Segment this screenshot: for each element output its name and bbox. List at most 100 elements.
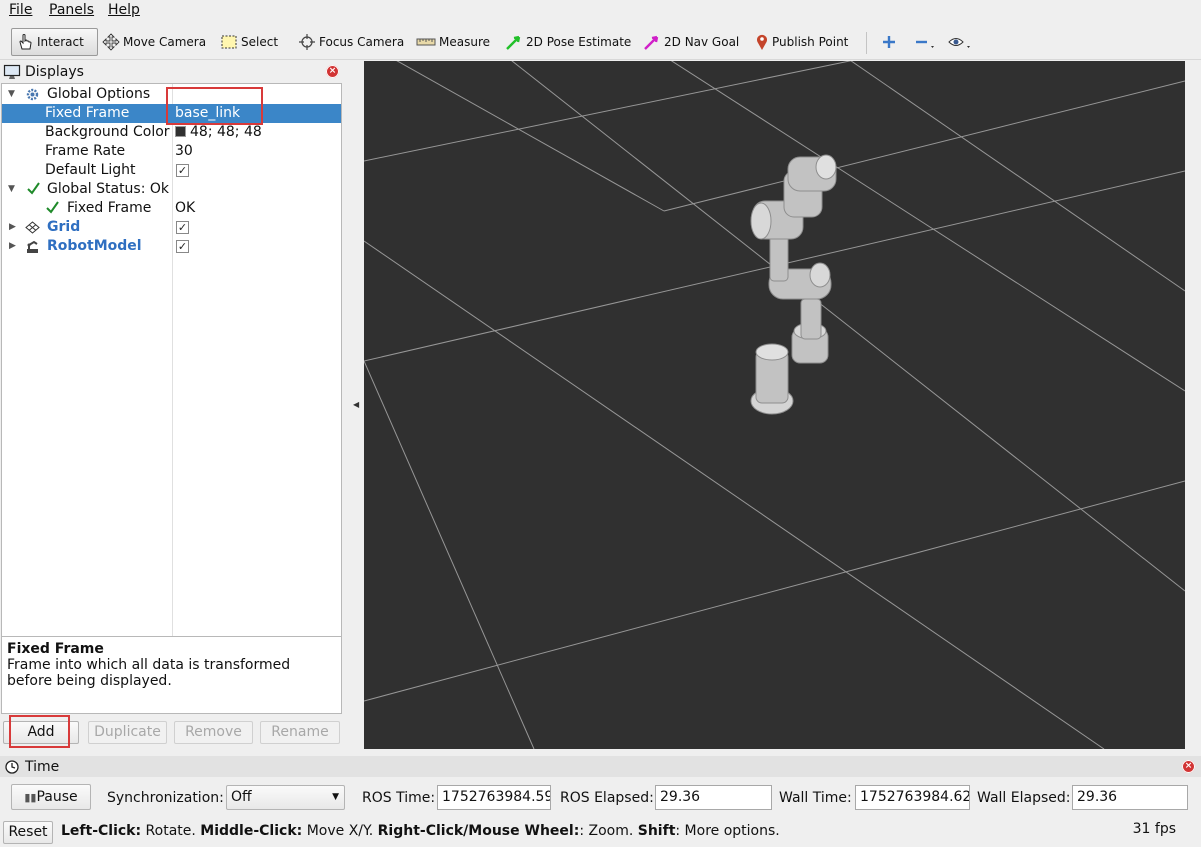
hint-left-action: Rotate. — [141, 823, 201, 839]
wall-time-field[interactable]: 1752763984.62 — [855, 785, 970, 810]
synchronization-value: Off — [231, 789, 252, 805]
focus-crosshair-icon — [299, 34, 315, 50]
collapsed-arrow-icon[interactable]: ▶ — [9, 218, 16, 237]
focus-camera-tool-button[interactable]: Focus Camera — [294, 28, 408, 56]
close-time-icon[interactable]: × — [1182, 760, 1195, 773]
render-viewport[interactable] — [364, 61, 1185, 749]
description-title: Fixed Frame — [7, 641, 104, 657]
pose-estimate-tool-button[interactable]: 2D Pose Estimate — [501, 28, 635, 56]
tree-row-robot-model[interactable]: ▶ RobotModel ✓ — [2, 237, 341, 256]
grid-icon — [25, 221, 40, 234]
close-displays-icon[interactable]: × — [326, 65, 339, 78]
tree-row-grid[interactable]: ▶ Grid ✓ — [2, 218, 341, 237]
annotation-highlight-box — [166, 87, 263, 125]
view-options-button[interactable] — [944, 28, 981, 56]
ruler-icon — [416, 38, 436, 46]
remove-button[interactable]: Remove — [174, 721, 253, 744]
selection-rect-icon — [221, 35, 237, 49]
synchronization-label: Synchronization: — [107, 790, 224, 806]
fps-counter: 31 fps — [1132, 821, 1176, 837]
publish-point-label: Publish Point — [772, 35, 849, 49]
description-text: Frame into which all data is transformed… — [7, 657, 291, 689]
robot-model-checkbox[interactable]: ✓ — [176, 240, 189, 253]
global-options-label: Global Options — [47, 86, 151, 102]
status-fixed-frame-label: Fixed Frame — [67, 200, 152, 216]
ros-elapsed-label: ROS Elapsed: — [560, 790, 654, 806]
plus-icon — [883, 36, 895, 48]
duplicate-button[interactable]: Duplicate — [88, 721, 167, 744]
toolbar: Interact Move Camera Select Focus Camera… — [0, 24, 1201, 60]
robot-arm — [750, 154, 837, 415]
gear-icon — [26, 88, 39, 101]
toolbar-separator — [866, 32, 867, 54]
time-bar: ▮▮Pause Synchronization: Off ▼ ROS Time:… — [0, 778, 1201, 818]
robot-icon — [27, 240, 38, 253]
rename-button[interactable]: Rename — [260, 721, 340, 744]
ros-time-field[interactable]: 1752763984.59 — [437, 785, 551, 810]
tree-row-status-fixed-frame[interactable]: Fixed Frame OK — [2, 199, 341, 218]
wall-elapsed-field[interactable]: 29.36 — [1072, 785, 1188, 810]
right-dock-area — [1185, 61, 1201, 749]
global-status-label: Global Status: Ok — [47, 181, 170, 197]
menu-panels[interactable]: Panels — [49, 2, 94, 18]
publish-point-tool-button[interactable]: Publish Point — [751, 28, 852, 56]
mouse-hint-text: Left-Click: Rotate. Middle-Click: Move X… — [61, 823, 780, 839]
pause-button[interactable]: ▮▮Pause — [11, 784, 91, 810]
fixed-frame-label: Fixed Frame — [45, 105, 130, 121]
status-bar: Reset Left-Click: Rotate. Middle-Click: … — [0, 820, 1201, 847]
move-camera-label: Move Camera — [123, 35, 207, 49]
checkmark-icon — [46, 201, 59, 214]
select-tool-button[interactable]: Select — [216, 28, 282, 56]
expanded-arrow-icon[interactable]: ▼ — [8, 180, 15, 199]
move-camera-tool-button[interactable]: Move Camera — [98, 28, 210, 56]
displays-tree: ▼ Global Options Fixed Frame base_link B… — [1, 83, 342, 693]
tree-row-global-status[interactable]: ▼ Global Status: Ok — [2, 180, 341, 199]
eye-icon — [948, 38, 970, 48]
hint-middle-action: Move X/Y. — [302, 823, 378, 839]
tree-row-frame-rate[interactable]: Frame Rate 30 — [2, 142, 341, 161]
background-color-value[interactable]: 48; 48; 48 — [175, 123, 262, 142]
description-box: Fixed Frame Frame into which all data is… — [1, 636, 342, 714]
background-color-text: 48; 48; 48 — [190, 124, 262, 140]
interact-label: Interact — [37, 35, 84, 49]
nav-goal-label: 2D Nav Goal — [664, 35, 740, 49]
time-panel-header: Time × — [0, 756, 1201, 777]
tree-row-background-color[interactable]: Background Color 48; 48; 48 — [2, 123, 341, 142]
menu-file[interactable]: File — [9, 2, 32, 18]
remove-tool-button[interactable] — [910, 28, 943, 56]
add-tool-button[interactable] — [877, 28, 904, 56]
collapsed-arrow-icon[interactable]: ▶ — [9, 237, 16, 256]
splitter-left-arrow-icon[interactable]: ◀ — [353, 400, 359, 409]
select-label: Select — [241, 35, 279, 49]
synchronization-select[interactable]: Off ▼ — [226, 785, 345, 810]
wall-elapsed-label: Wall Elapsed: — [977, 790, 1071, 806]
hint-middle-click: Middle-Click: — [200, 823, 303, 839]
menu-bar: File Panels Help — [0, 0, 1201, 22]
clock-icon — [5, 759, 19, 774]
default-light-checkbox[interactable]: ✓ — [176, 164, 189, 177]
ros-time-label: ROS Time: — [362, 790, 436, 806]
displays-panel: Displays × ▼ Global Options Fixed Frame … — [0, 62, 343, 748]
tree-row-default-light[interactable]: Default Light ✓ — [2, 161, 341, 180]
focus-camera-label: Focus Camera — [319, 35, 405, 49]
pause-label: Pause — [36, 789, 78, 805]
magenta-arrow-icon — [644, 35, 659, 50]
pose-estimate-label: 2D Pose Estimate — [526, 35, 632, 49]
time-title: Time — [25, 758, 60, 775]
ros-elapsed-field[interactable]: 29.36 — [655, 785, 772, 810]
map-pin-icon — [757, 34, 767, 50]
hint-shift-action: : More options. — [675, 823, 780, 839]
measure-tool-button[interactable]: Measure — [412, 28, 494, 56]
annotation-highlight-box — [9, 715, 70, 748]
reset-button[interactable]: Reset — [3, 821, 53, 844]
grid-checkbox[interactable]: ✓ — [176, 221, 189, 234]
nav-goal-tool-button[interactable]: 2D Nav Goal — [639, 28, 743, 56]
menu-help[interactable]: Help — [108, 2, 140, 18]
hint-shift: Shift — [637, 823, 676, 839]
hint-right-click: Right-Click/Mouse Wheel: — [377, 823, 580, 839]
interact-tool-button[interactable]: Interact — [11, 28, 98, 56]
frame-rate-value[interactable]: 30 — [175, 142, 193, 161]
expanded-arrow-icon[interactable]: ▼ — [8, 85, 15, 104]
minus-icon — [916, 40, 934, 48]
frame-rate-label: Frame Rate — [45, 143, 126, 159]
